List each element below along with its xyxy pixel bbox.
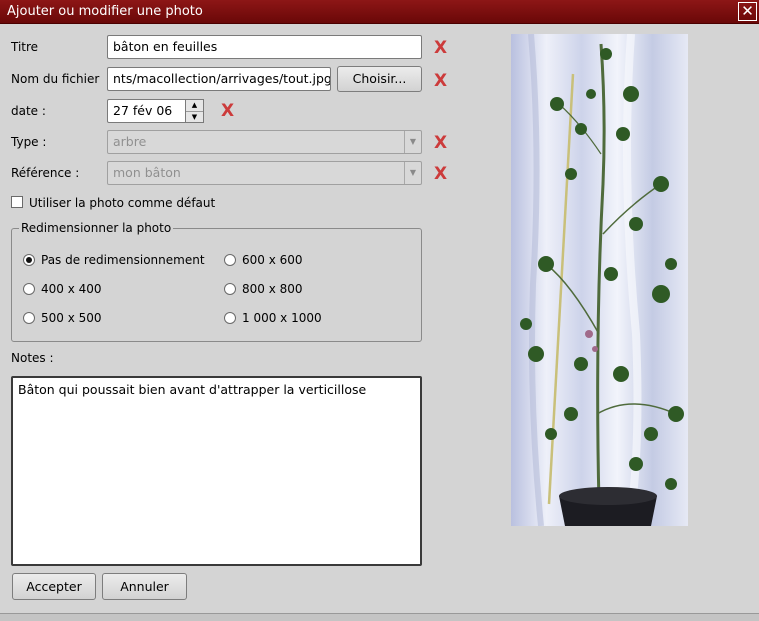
clear-titre-icon[interactable]: X (434, 38, 447, 58)
window-titlebar: Ajouter ou modifier une photo ✕ (0, 0, 759, 24)
fichier-label: Nom du fichier (11, 72, 100, 86)
chevron-down-icon: ▼ (404, 131, 421, 153)
cancel-button[interactable]: Annuler (102, 573, 187, 600)
resize-radio-800[interactable] (224, 283, 236, 295)
reference-select: mon bâton ▼ (107, 161, 422, 185)
chevron-down-icon: ▼ (404, 162, 421, 184)
type-label: Type : (11, 135, 47, 149)
resize-radio-500[interactable] (23, 312, 35, 324)
fichier-input[interactable]: nts/macollection/arrivages/tout.jpg (107, 67, 331, 91)
date-label: date : (11, 104, 46, 118)
clear-date-icon[interactable]: X (221, 101, 234, 121)
default-photo-label: Utiliser la photo comme défaut (29, 196, 216, 210)
resize-radio-1000[interactable] (224, 312, 236, 324)
notes-label: Notes : (11, 351, 54, 365)
resize-label-400: 400 x 400 (41, 282, 102, 296)
default-photo-checkbox[interactable] (11, 196, 23, 208)
resize-radio-400[interactable] (23, 283, 35, 295)
spin-up-icon[interactable]: ▲ (186, 100, 203, 112)
reference-value: mon bâton (113, 165, 181, 180)
resize-label-800: 800 x 800 (242, 282, 303, 296)
resize-label-500: 500 x 500 (41, 311, 102, 325)
clear-fichier-icon[interactable]: X (434, 71, 447, 91)
window-title: Ajouter ou modifier une photo (7, 4, 203, 19)
choisir-button[interactable]: Choisir... (337, 66, 422, 92)
resize-label-600: 600 x 600 (242, 253, 303, 267)
reference-label: Référence : (11, 166, 80, 180)
resize-label-1000: 1 000 x 1000 (242, 311, 322, 325)
titre-label: Titre (11, 40, 39, 54)
date-input[interactable]: 27 fév 06 (107, 99, 187, 123)
plant-photo-image (511, 34, 688, 526)
close-icon[interactable]: ✕ (738, 2, 757, 21)
accept-button[interactable]: Accepter (12, 573, 96, 600)
resize-radio-none[interactable] (23, 254, 35, 266)
date-spinner[interactable]: ▲ ▼ (185, 99, 204, 123)
resize-radio-600[interactable] (224, 254, 236, 266)
clear-reference-icon[interactable]: X (434, 164, 447, 184)
resize-legend: Redimensionner la photo (19, 221, 174, 235)
type-select: arbre ▼ (107, 130, 422, 154)
photo-preview (511, 34, 688, 526)
notes-textarea[interactable]: Bâton qui poussait bien avant d'attrappe… (11, 376, 422, 566)
titre-input[interactable]: bâton en feuilles (107, 35, 422, 59)
spin-down-icon[interactable]: ▼ (186, 112, 203, 123)
resize-label-none: Pas de redimensionnement (41, 253, 205, 267)
clear-type-icon[interactable]: X (434, 133, 447, 153)
type-value: arbre (113, 134, 147, 149)
